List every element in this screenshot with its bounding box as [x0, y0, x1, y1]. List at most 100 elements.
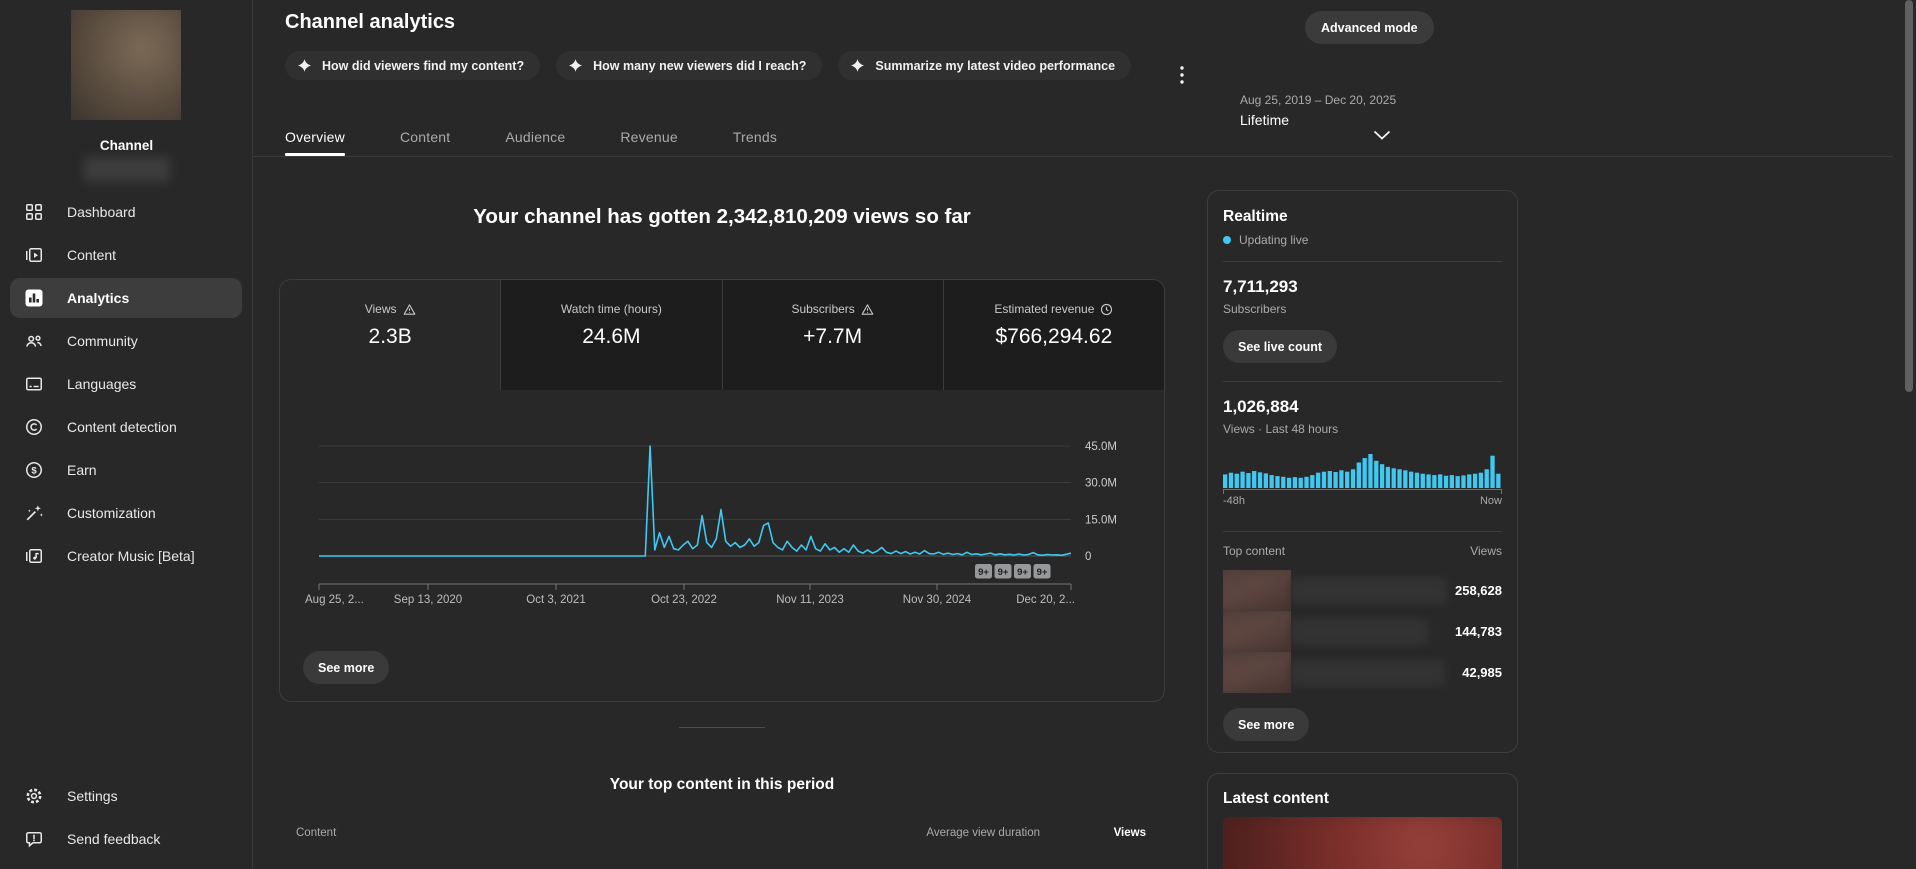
- metric-tab-estimated-revenue[interactable]: Estimated revenue$766,294.62: [943, 280, 1164, 390]
- realtime-status: Updating live: [1223, 233, 1502, 247]
- tab-content[interactable]: Content: [400, 129, 450, 156]
- sidebar-item-languages[interactable]: Languages: [10, 364, 242, 404]
- date-range: Aug 25, 2019 – Dec 20, 2025: [1240, 93, 1396, 107]
- chart-overlay-badge[interactable]: 9+: [975, 564, 992, 579]
- divider: [1223, 261, 1502, 262]
- earn-icon: $: [24, 460, 44, 480]
- sidebar-item-customization[interactable]: Customization: [10, 493, 242, 533]
- top-content-table-header: Content Average view duration Views: [296, 826, 1146, 842]
- top-content-heading: Your top content in this period: [279, 776, 1165, 794]
- svg-text:15.0M: 15.0M: [1085, 514, 1117, 526]
- realtime-see-more-button[interactable]: See more: [1223, 708, 1309, 741]
- svg-text:9+: 9+: [978, 567, 989, 578]
- top-content-row[interactable]: 144,783: [1223, 611, 1502, 652]
- realtime-card: Realtime Updating live 7,711,293 Subscri…: [1207, 190, 1518, 753]
- sidebar-item-creator-music-beta[interactable]: Creator Music [Beta]: [10, 536, 242, 576]
- svg-text:45.0M: 45.0M: [1085, 441, 1117, 453]
- svg-text:$: $: [31, 465, 37, 476]
- channel-name-redacted: [84, 157, 170, 182]
- suggestion-chip-1[interactable]: How did viewers find my content?: [285, 51, 540, 80]
- svg-text:Sep 13, 2020: Sep 13, 2020: [394, 594, 462, 606]
- svg-text:Dec 20, 2...: Dec 20, 2...: [1016, 594, 1075, 606]
- realtime-top-content-header: Top content Views: [1223, 544, 1502, 558]
- metric-tab-subscribers[interactable]: Subscribers+7.7M: [722, 280, 943, 390]
- sidebar-footer-nav: SettingsSend feedback: [0, 773, 252, 862]
- date-preset: Lifetime: [1240, 112, 1396, 128]
- warning-icon: [403, 303, 416, 316]
- realtime-subscribers-label: Subscribers: [1223, 302, 1502, 316]
- youtube-studio-analytics: Channel DashboardContentAnalyticsCommuni…: [0, 0, 1916, 869]
- suggestion-chip-2[interactable]: How many new viewers did I reach?: [556, 51, 822, 80]
- column-header-views[interactable]: Views: [1040, 826, 1146, 842]
- section-divider: [679, 727, 765, 728]
- sidebar-item-content[interactable]: Content: [10, 235, 242, 275]
- sidebar-item-settings[interactable]: Settings: [10, 776, 242, 816]
- analytics-tabs: Overview Content Audience Revenue Trends: [285, 129, 832, 156]
- sidebar: Channel DashboardContentAnalyticsCommuni…: [0, 0, 253, 869]
- community-icon: [24, 331, 44, 351]
- realtime-chart[interactable]: -48h Now: [1223, 450, 1502, 511]
- column-header-content[interactable]: Content: [296, 826, 910, 842]
- advanced-mode-button[interactable]: Advanced mode: [1305, 11, 1434, 44]
- chart-overlay-badge[interactable]: 9+: [1014, 564, 1031, 579]
- suggestion-chips: How did viewers find my content? How many…: [285, 51, 1131, 80]
- creator-music-icon: [24, 546, 44, 566]
- sidebar-item-earn[interactable]: $Earn: [10, 450, 242, 490]
- sparkle-icon: [297, 58, 312, 73]
- svg-text:-48h: -48h: [1223, 495, 1245, 506]
- live-dot-icon: [1223, 236, 1231, 244]
- realtime-title: Realtime: [1223, 208, 1502, 226]
- see-live-count-button[interactable]: See live count: [1223, 330, 1337, 363]
- suggestion-chip-3[interactable]: Summarize my latest video performance: [838, 51, 1131, 80]
- page-title: Channel analytics: [285, 11, 455, 34]
- date-range-selector[interactable]: Aug 25, 2019 – Dec 20, 2025 Lifetime: [1240, 93, 1396, 128]
- video-thumbnail: [1223, 570, 1291, 611]
- tab-audience[interactable]: Audience: [505, 129, 565, 156]
- svg-text:Now: Now: [1480, 495, 1502, 506]
- settings-icon: [24, 786, 44, 806]
- sparkle-icon: [568, 58, 583, 73]
- warning-icon: [861, 303, 874, 316]
- metric-tab-watch-time-hours[interactable]: Watch time (hours)24.6M: [500, 280, 721, 390]
- chevron-down-icon[interactable]: [1373, 127, 1391, 137]
- sidebar-item-analytics[interactable]: Analytics: [10, 278, 242, 318]
- latest-content-card: Latest content: [1207, 773, 1518, 869]
- sparkle-icon: [850, 58, 865, 73]
- tab-overview[interactable]: Overview: [285, 129, 345, 156]
- views-chart[interactable]: 45.0M30.0M15.0M0Aug 25, 2...Sep 13, 2020…: [280, 390, 1164, 619]
- dashboard-icon: [24, 202, 44, 222]
- content-detection-icon: [24, 417, 44, 437]
- chart-overlay-badge[interactable]: 9+: [995, 564, 1012, 579]
- channel-label: Channel: [0, 138, 253, 153]
- top-content-row[interactable]: 42,985: [1223, 652, 1502, 693]
- svg-text:Oct 3, 2021: Oct 3, 2021: [526, 594, 585, 606]
- sidebar-item-dashboard[interactable]: Dashboard: [10, 192, 242, 232]
- top-content-label: Top content: [1223, 544, 1285, 558]
- video-views: 144,783: [1455, 624, 1502, 639]
- latest-video-thumbnail[interactable]: [1223, 817, 1502, 869]
- tab-trends[interactable]: Trends: [733, 129, 777, 156]
- svg-text:9+: 9+: [1017, 567, 1028, 578]
- svg-text:Aug 25, 2...: Aug 25, 2...: [305, 594, 364, 606]
- realtime-status-label: Updating live: [1239, 233, 1308, 247]
- chart-overlay-badge[interactable]: 9+: [1034, 564, 1051, 579]
- realtime-top-content-rows: 258,628 144,783 42,985: [1223, 570, 1502, 693]
- divider: [1223, 381, 1502, 382]
- realtime-views-count: 1,026,884: [1223, 397, 1502, 417]
- svg-text:30.0M: 30.0M: [1085, 478, 1117, 490]
- sidebar-item-send-feedback[interactable]: Send feedback: [10, 819, 242, 859]
- video-thumbnail: [1223, 611, 1291, 652]
- column-header-average-view-duration[interactable]: Average view duration: [910, 826, 1040, 842]
- sidebar-item-content-detection[interactable]: Content detection: [10, 407, 242, 447]
- more-options-icon[interactable]: [1172, 62, 1192, 88]
- metric-tab-views[interactable]: Views2.3B: [280, 280, 500, 390]
- tab-revenue[interactable]: Revenue: [620, 129, 677, 156]
- sidebar-item-community[interactable]: Community: [10, 321, 242, 361]
- channel-avatar[interactable]: [71, 10, 181, 120]
- tabs-divider: [253, 156, 1893, 157]
- vertical-scrollbar[interactable]: [1905, 0, 1913, 392]
- svg-text:9+: 9+: [998, 567, 1009, 578]
- see-more-button[interactable]: See more: [303, 651, 389, 684]
- metric-tabs: Views2.3BWatch time (hours)24.6MSubscrib…: [280, 280, 1164, 390]
- top-content-row[interactable]: 258,628: [1223, 570, 1502, 611]
